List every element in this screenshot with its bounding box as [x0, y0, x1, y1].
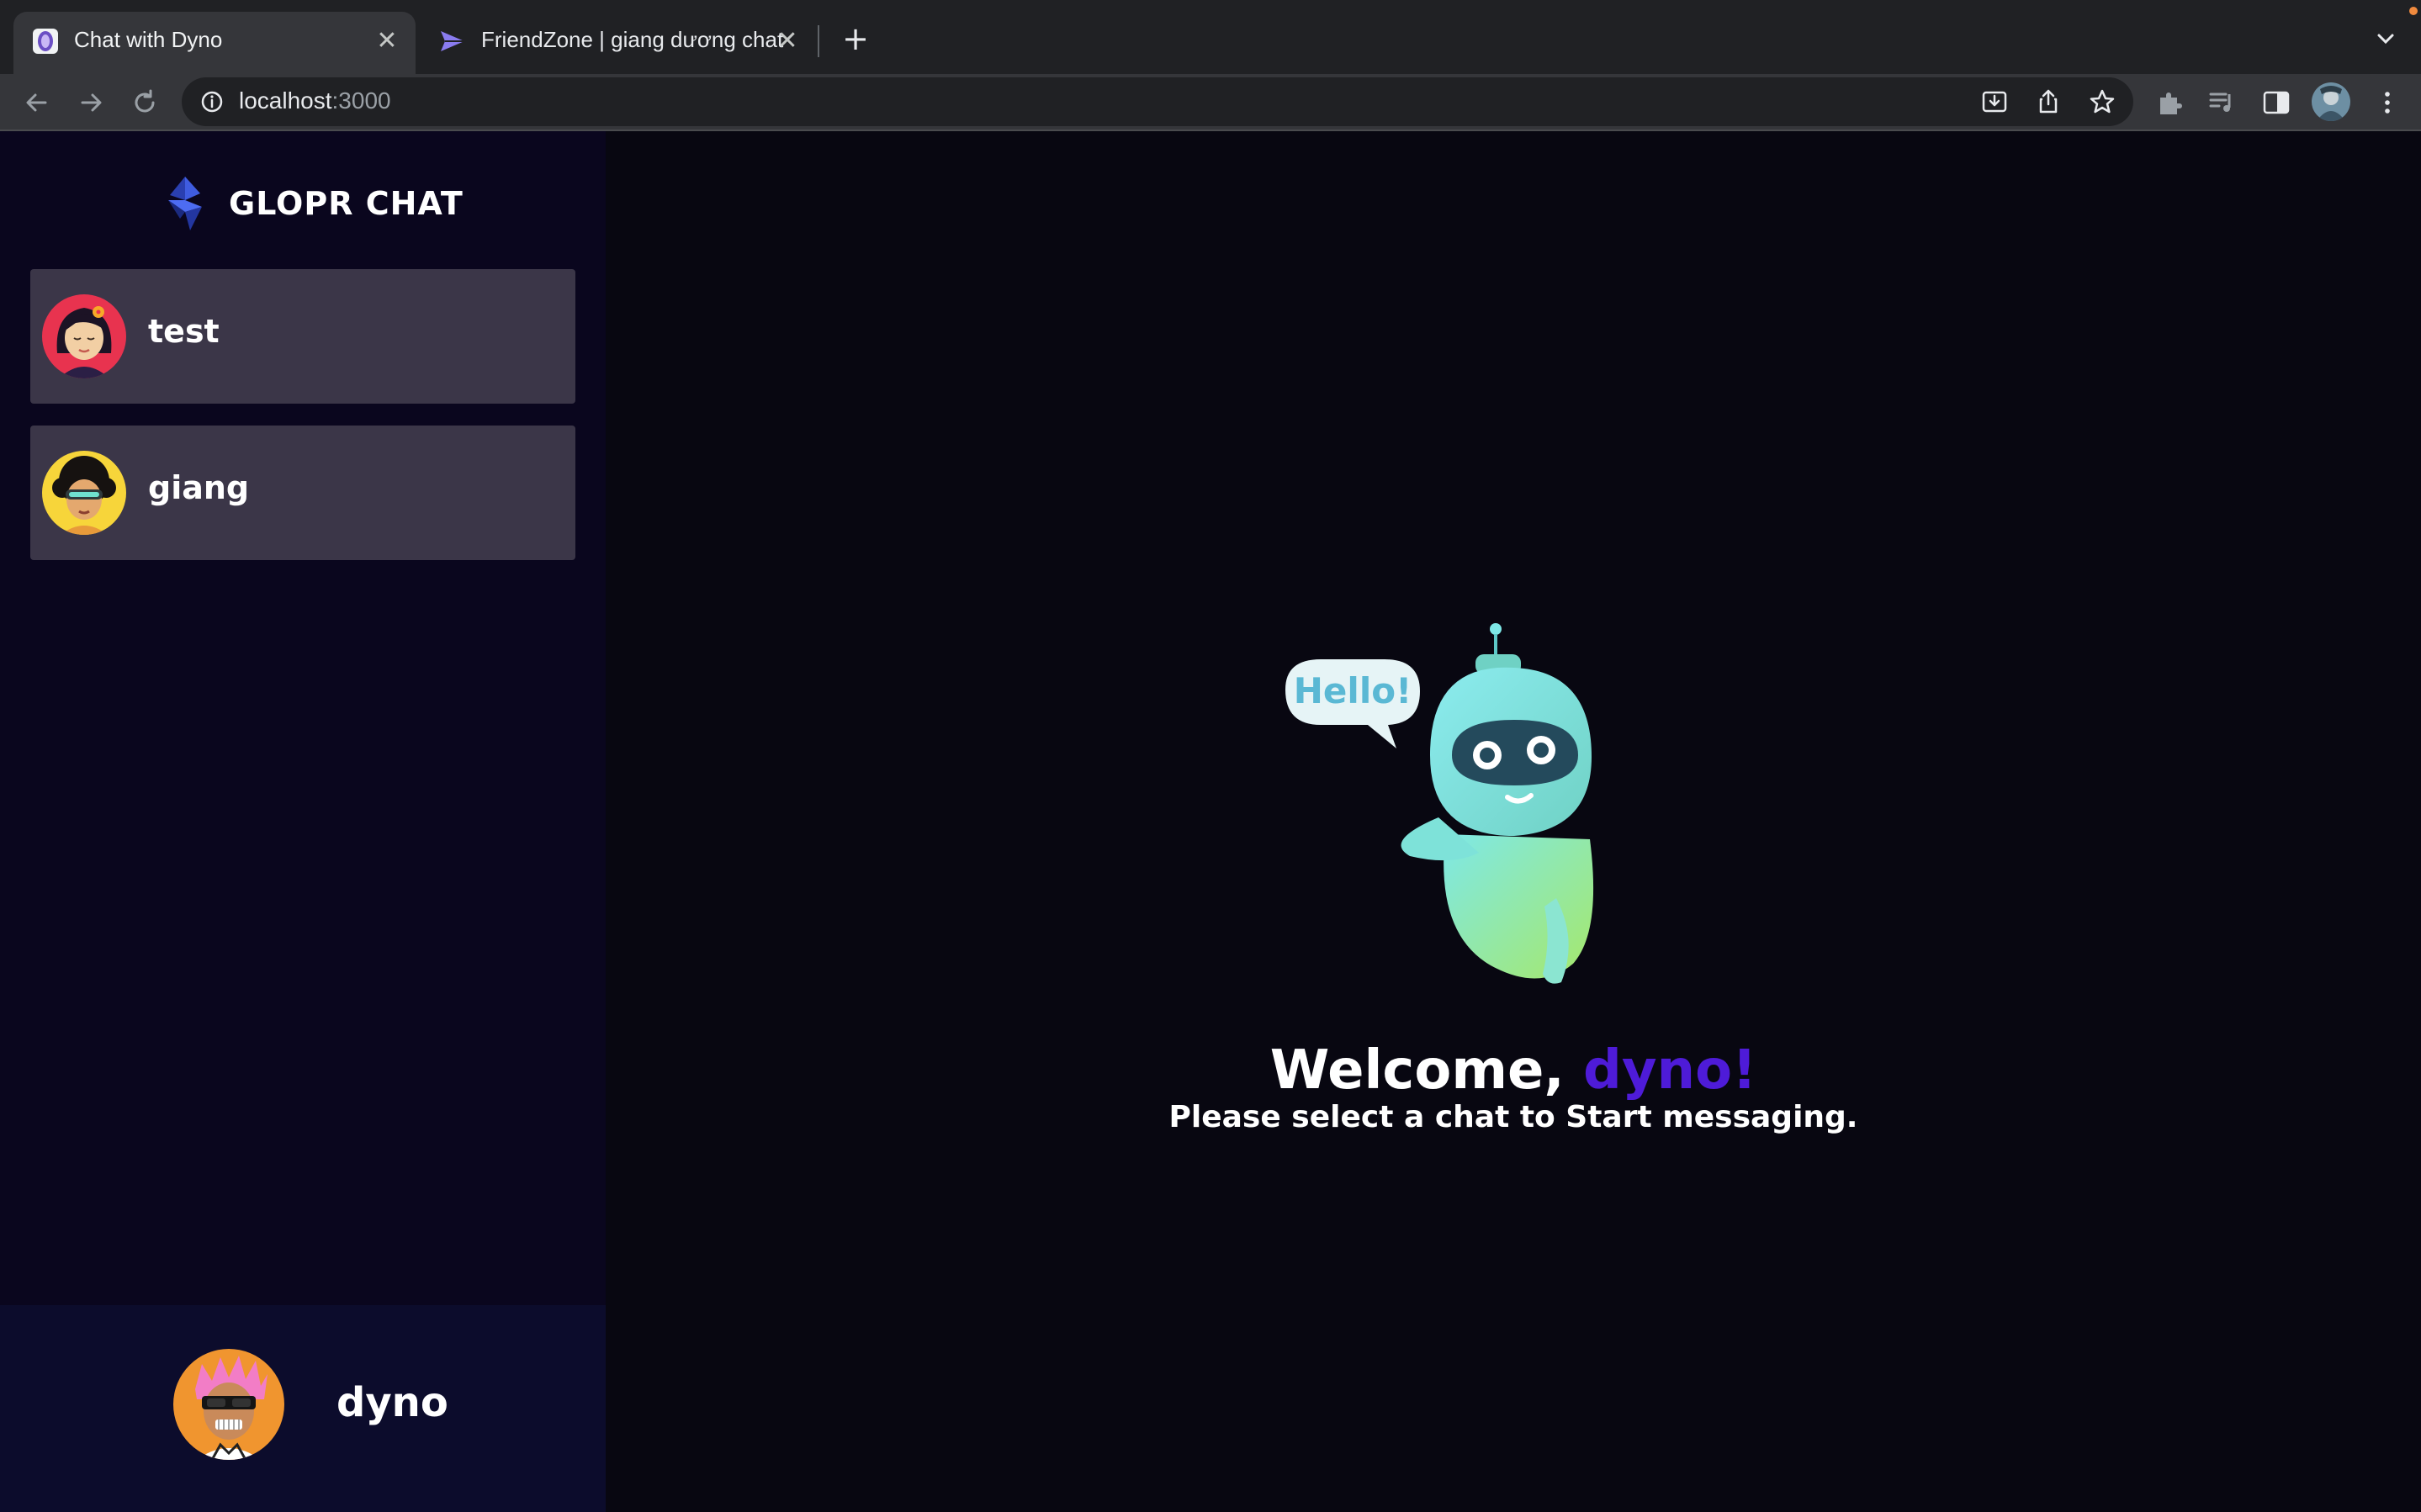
chat-welcome-area: Hello! Welcome, dyno! Please select a ch… [606, 131, 2421, 1512]
tab-title: FriendZone | giang dương chat [481, 27, 784, 52]
pink-hair-avatar[interactable] [173, 1349, 284, 1460]
browser-tab-strip: Chat with Dyno ✕ FriendZone | giang dươn… [0, 0, 2421, 74]
current-user-panel: dyno [0, 1305, 606, 1512]
contact-item-test[interactable]: test [30, 269, 575, 404]
contact-name: test [148, 313, 220, 350]
paper-plane-favicon-icon [441, 31, 464, 51]
browser-menu-icon[interactable] [2371, 86, 2404, 119]
forward-arrow-icon[interactable] [72, 84, 109, 121]
tab-title: Chat with Dyno [74, 27, 223, 52]
extensions-puzzle-icon[interactable] [2153, 86, 2187, 119]
info-icon[interactable] [199, 88, 225, 115]
welcome-heading: Welcome, dyno! [606, 1039, 2421, 1102]
media-queue-icon[interactable] [2206, 86, 2239, 119]
recording-indicator-dot [2409, 7, 2418, 15]
dyno-favicon-icon [33, 29, 58, 54]
chevron-down-icon[interactable] [2372, 25, 2399, 52]
profile-avatar[interactable] [2312, 82, 2350, 121]
address-bar[interactable]: localhost:3000 [182, 77, 2133, 126]
reload-icon[interactable] [126, 84, 163, 121]
address-url: localhost:3000 [239, 87, 391, 114]
brand-header: GLOPR CHAT [156, 172, 464, 235]
side-panel-icon[interactable] [2259, 86, 2293, 119]
share-icon[interactable] [2034, 87, 2063, 116]
tab-friendzone[interactable]: FriendZone | giang dương chat ✕ [421, 12, 816, 74]
diamond-logo-icon [168, 177, 202, 230]
current-user-name: dyno [336, 1379, 448, 1426]
new-tab-button[interactable]: + [838, 22, 873, 57]
tab-close-icon[interactable]: ✕ [372, 26, 402, 56]
tab-separator [818, 25, 819, 57]
welcome-username: dyno! [1583, 1039, 1757, 1102]
tab-close-icon[interactable]: ✕ [772, 26, 803, 56]
welcome-prefix: Welcome, [1269, 1039, 1583, 1102]
back-arrow-icon[interactable] [19, 84, 56, 121]
bookmark-star-icon[interactable] [2088, 87, 2116, 116]
brand-name: GLOPR CHAT [229, 185, 464, 222]
contacts-sidebar: GLOPR CHAT test giang dyno [0, 131, 606, 1512]
contact-item-giang[interactable]: giang [30, 426, 575, 560]
woman-avatar [42, 294, 126, 378]
curly-hair-avatar [42, 451, 126, 535]
tab-chat-with-dyno[interactable]: Chat with Dyno ✕ [13, 12, 416, 74]
robot-hello-illustration-icon: Hello! [1285, 623, 1594, 984]
install-app-icon[interactable] [1980, 87, 2009, 116]
browser-toolbar: localhost:3000 [0, 74, 2421, 131]
contact-name: giang [148, 469, 250, 506]
hello-bubble-text: Hello! [1294, 670, 1412, 711]
welcome-subtitle: Please select a chat to Start messaging. [1168, 1100, 1858, 1134]
